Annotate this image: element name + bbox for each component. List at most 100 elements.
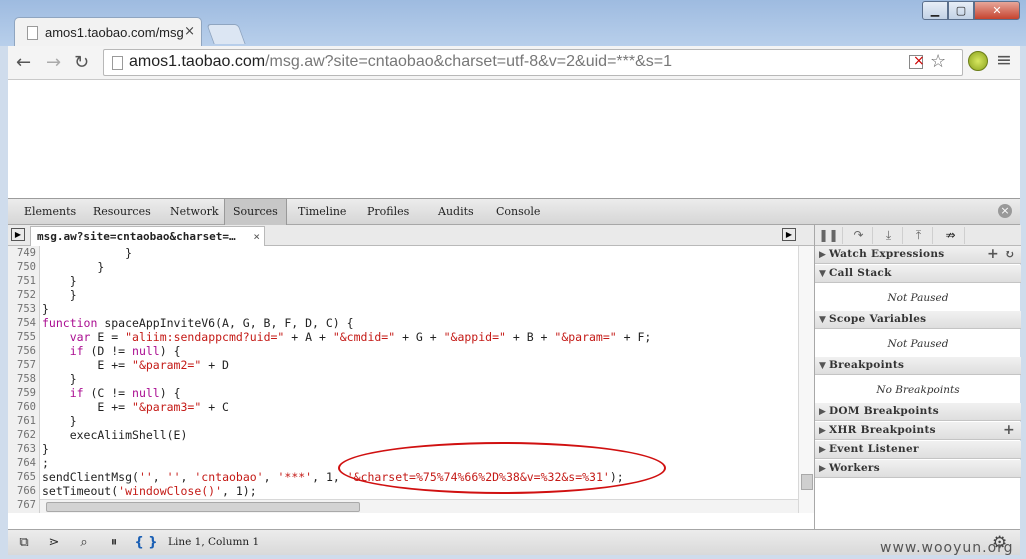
deactivate-breakpoints-icon[interactable]: ⇏: [937, 227, 965, 244]
forward-icon[interactable]: →: [46, 52, 61, 73]
add-xhr-breakpoint-icon[interactable]: +: [1003, 422, 1015, 439]
navigator-toggle-icon[interactable]: ▶: [11, 228, 25, 241]
sources-toolbar: ▶ msg.aw?site=cntaobao&charset=… × ▶: [8, 225, 814, 246]
code-line[interactable]: 751 }: [8, 274, 798, 288]
line-number: 754: [17, 317, 36, 329]
step-out-icon[interactable]: ⤒: [905, 227, 933, 244]
browser-toolbar: ← → ↻ amos1.taobao.com/msg.aw?site=cntao…: [8, 46, 1020, 80]
devtools-tab-elements[interactable]: Elements: [16, 199, 84, 225]
breakpoints-header[interactable]: ▼ Breakpoints: [815, 357, 1021, 375]
code-editor[interactable]: 749 } 750 } 751 } 752 } 753} 754 function spac…: [8, 246, 814, 513]
vertical-scrollbar[interactable]: [798, 246, 814, 513]
breakpoints-status: No Breakpoints: [815, 376, 1021, 404]
code-text: }: [42, 246, 133, 260]
code-line[interactable]: 750 }: [8, 260, 798, 274]
code-line[interactable]: 761 }: [8, 414, 798, 428]
scroll-thumb[interactable]: [46, 502, 360, 512]
line-number: 760: [17, 401, 36, 413]
code-line[interactable]: 756 if (D != null) {: [8, 344, 798, 358]
devtools-tab-timeline[interactable]: Timeline: [290, 199, 354, 225]
devtools-tab-console[interactable]: Console: [488, 199, 548, 225]
pause-icon[interactable]: ❚❚: [815, 227, 843, 244]
code-line[interactable]: 749 }: [8, 246, 798, 260]
devtools-statusbar: ⧉ ⋗ ⌕ ⏸ { } Line 1, Column 1 ⚙: [8, 529, 1020, 555]
code-text: }: [42, 372, 77, 386]
debugger-toolbar: ❚❚ ↷ ⤓ ⤒ ⇏: [815, 225, 1021, 246]
menu-icon[interactable]: ≡: [996, 49, 1012, 71]
search-icon[interactable]: ⌕: [72, 534, 96, 552]
extension-icon[interactable]: [968, 51, 988, 71]
scope-variables-header[interactable]: ▼ Scope Variables: [815, 311, 1021, 329]
code-text: if (D != null) {: [69, 344, 181, 358]
code-text: }: [42, 414, 77, 428]
code-text: E += "&param3=" + C: [42, 400, 229, 414]
expand-arrow-icon: ▶: [819, 464, 827, 474]
devtools-tab-resources[interactable]: Resources: [85, 199, 159, 225]
bookmark-star-icon[interactable]: ☆: [930, 51, 946, 72]
code-line[interactable]: 757 E += "&param2=" + D: [8, 358, 798, 372]
blocked-popup-icon[interactable]: [909, 53, 925, 69]
code-line[interactable]: 755 var E = "aliim:sendappcmd?uid=" + A …: [8, 330, 798, 344]
devtools-tab-sources[interactable]: Sources: [224, 199, 287, 225]
devtools-tab-network[interactable]: Network: [162, 199, 227, 225]
add-watch-icon[interactable]: +: [987, 246, 999, 263]
dock-icon[interactable]: ⧉: [12, 534, 36, 552]
line-number: 756: [17, 345, 36, 357]
code-text: var E = "aliim:sendappcmd?uid=" + A + "&…: [69, 330, 652, 344]
back-icon[interactable]: ←: [16, 52, 31, 73]
address-bar[interactable]: amos1.taobao.com/msg.aw?site=cntaobao&ch…: [103, 49, 963, 76]
title-bar: amos1.taobao.com/msg × ▁ ▢ ✕: [0, 0, 1026, 47]
event-listener-header[interactable]: ▶ Event Listener: [815, 441, 1021, 459]
minimize-button[interactable]: ▁: [922, 1, 948, 20]
tab-close-icon[interactable]: ×: [184, 24, 195, 39]
step-over-icon[interactable]: ↷: [845, 227, 873, 244]
line-number: 761: [17, 415, 36, 427]
reload-icon[interactable]: ↻: [74, 52, 89, 73]
line-number: 758: [17, 373, 36, 385]
call-stack-header[interactable]: ▼ Call Stack: [815, 265, 1021, 283]
line-number: 764: [17, 457, 36, 469]
file-tab[interactable]: msg.aw?site=cntaobao&charset=… ×: [30, 226, 265, 246]
xhr-breakpoints-header[interactable]: ▶ XHR Breakpoints +: [815, 422, 1021, 440]
browser-tab[interactable]: amos1.taobao.com/msg ×: [14, 17, 202, 47]
maximize-button[interactable]: ▢: [948, 1, 974, 20]
devtools-close-icon[interactable]: ×: [998, 204, 1012, 218]
code-line[interactable]: 762 execAliimShell(E): [8, 428, 798, 442]
refresh-icon[interactable]: ↻: [1005, 246, 1015, 263]
code-text: }: [42, 288, 77, 302]
devtools-panel: Elements Resources Network Sources Timeline P…: [8, 198, 1021, 555]
code-text: setTimeout('windowClose()', 1);: [42, 484, 257, 498]
code-line[interactable]: 760 E += "&param3=" + C: [8, 400, 798, 414]
scope-variables-status: Not Paused: [815, 330, 1021, 358]
code-line[interactable]: 754 function spaceAppInviteV6(A, G, B, F,…: [8, 316, 798, 330]
file-tab-close-icon[interactable]: ×: [253, 227, 260, 246]
new-tab-button[interactable]: [206, 24, 246, 44]
watch-expressions-header[interactable]: ▶ Watch Expressions + ↻: [815, 246, 1021, 264]
pause-on-exceptions-icon[interactable]: ⏸: [102, 534, 126, 552]
code-line[interactable]: 753}: [8, 302, 798, 316]
code-line[interactable]: 752 }: [8, 288, 798, 302]
cursor-position: Line 1, Column 1: [168, 536, 260, 548]
code-text: }: [42, 302, 49, 316]
line-number: 766: [17, 485, 36, 497]
line-number: 755: [17, 331, 36, 343]
step-into-icon[interactable]: ⤓: [875, 227, 903, 244]
url-text[interactable]: amos1.taobao.com/msg.aw?site=cntaobao&ch…: [129, 53, 672, 71]
line-number: 759: [17, 387, 36, 399]
devtools-tab-audits[interactable]: Audits: [430, 199, 482, 225]
line-number: 752: [17, 289, 36, 301]
devtools-tab-profiles[interactable]: Profiles: [359, 199, 417, 225]
code-line[interactable]: 759 if (C != null) {: [8, 386, 798, 400]
scroll-thumb[interactable]: [801, 474, 813, 490]
close-window-button[interactable]: ✕: [974, 1, 1020, 20]
expand-arrow-icon: ▶: [819, 445, 827, 455]
console-drawer-icon[interactable]: ⋗: [42, 534, 66, 552]
code-line[interactable]: 758 }: [8, 372, 798, 386]
pretty-print-icon[interactable]: { }: [134, 534, 158, 552]
dom-breakpoints-header[interactable]: ▶ DOM Breakpoints: [815, 403, 1021, 421]
debugger-toggle-icon[interactable]: ▶: [782, 228, 796, 241]
devtools-tabbar: Elements Resources Network Sources Timeline P…: [8, 198, 1020, 225]
horizontal-scrollbar[interactable]: [40, 499, 798, 513]
red-highlight-ellipse: [338, 442, 666, 494]
workers-header[interactable]: ▶ Workers: [815, 460, 1021, 478]
